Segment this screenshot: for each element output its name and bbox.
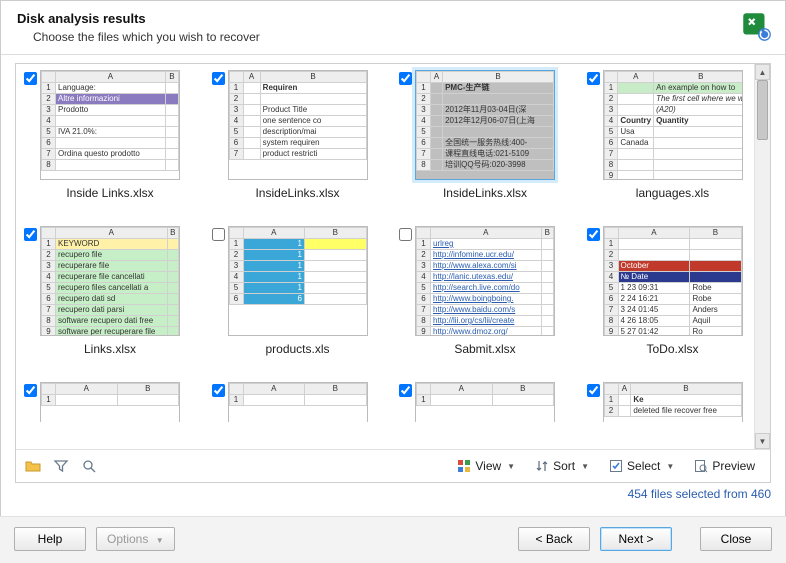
sort-label: Sort [553, 459, 575, 473]
file-item: AB1Ke2deleted file recover free [585, 382, 767, 422]
file-thumbnail[interactable]: AB123October4№ Date51 23 09:31Robe62 24 … [603, 226, 743, 336]
file-name: products.xls [228, 342, 368, 356]
file-name: languages.xls [603, 186, 743, 200]
results-panel: AB1Language:2Altre informazioni3Prodotto… [15, 63, 771, 483]
file-checkbox[interactable] [587, 384, 600, 397]
folder-icon[interactable] [24, 457, 42, 475]
file-item: AB123October4№ Date51 23 09:31Robe62 24 … [585, 226, 767, 376]
file-name: Inside Links.xlsx [40, 186, 180, 200]
file-checkbox[interactable] [24, 72, 37, 85]
options-button[interactable]: Options ▼ [96, 527, 175, 551]
file-thumbnail[interactable]: AB1 [40, 382, 180, 422]
wizard-footer: Help Options ▼ < Back Next > Close [0, 516, 786, 563]
file-name: InsideLinks.xlsx [228, 186, 368, 200]
selection-status: 454 files selected from 460 [1, 483, 785, 501]
file-name: Sabmit.xlsx [415, 342, 555, 356]
close-button[interactable]: Close [700, 527, 772, 551]
scroll-up-button[interactable]: ▲ [755, 64, 770, 80]
file-item: AB1 [210, 382, 392, 422]
preview-icon [694, 459, 708, 473]
page-subtitle: Choose the files which you wish to recov… [33, 30, 769, 44]
file-item: AB112131415166 products.xls [210, 226, 392, 376]
file-thumbnail[interactable]: AB1 [228, 382, 368, 422]
vertical-scrollbar[interactable]: ▲ ▼ [754, 64, 770, 449]
file-checkbox[interactable] [212, 384, 225, 397]
file-item: AB1urlreg2http://infomine.ucr.edu/3http:… [397, 226, 579, 376]
file-thumbnail[interactable]: AB1urlreg2http://infomine.ucr.edu/3http:… [415, 226, 555, 336]
file-thumbnail[interactable]: AB1An example on how to2The first cell w… [603, 70, 743, 180]
preview-label: Preview [712, 459, 755, 473]
preview-button[interactable]: Preview [687, 456, 762, 476]
scroll-down-button[interactable]: ▼ [755, 433, 770, 449]
select-label: Select [627, 459, 660, 473]
file-checkbox[interactable] [399, 384, 412, 397]
file-thumbnail[interactable]: AB112131415166 [228, 226, 368, 336]
file-item: AB1Requiren23Product Title4one sentence … [210, 70, 392, 220]
file-item: AB1 [22, 382, 204, 422]
view-dropdown[interactable]: View ▼ [450, 456, 522, 476]
filter-icon[interactable] [52, 457, 70, 475]
header-divider [1, 54, 785, 55]
scrollbar-thumb[interactable] [757, 80, 768, 140]
chevron-down-icon: ▼ [581, 462, 589, 471]
page-title: Disk analysis results [17, 11, 769, 26]
chevron-down-icon: ▼ [666, 462, 674, 471]
file-thumbnail[interactable]: AB1Ke2deleted file recover free [603, 382, 743, 422]
file-name: InsideLinks.xlsx [415, 186, 555, 200]
options-label: Options [107, 532, 148, 546]
file-checkbox[interactable] [399, 228, 412, 241]
file-checkbox[interactable] [24, 228, 37, 241]
results-toolbar: View ▼ Sort ▼ Select ▼ Preview [16, 449, 770, 482]
file-item: AB1Language:2Altre informazioni3Prodotto… [22, 70, 204, 220]
sort-icon [535, 459, 549, 473]
file-checkbox[interactable] [212, 72, 225, 85]
file-checkbox[interactable] [24, 384, 37, 397]
next-button[interactable]: Next > [600, 527, 672, 551]
results-grid-area: AB1Language:2Altre informazioni3Prodotto… [16, 64, 770, 449]
file-checkbox[interactable] [587, 228, 600, 241]
back-button[interactable]: < Back [518, 527, 590, 551]
chevron-down-icon: ▼ [156, 536, 164, 545]
sort-dropdown[interactable]: Sort ▼ [528, 456, 596, 476]
file-thumbnail[interactable]: AB1Requiren23Product Title4one sentence … [228, 70, 368, 180]
excel-recovery-icon [739, 9, 773, 43]
view-label: View [475, 459, 501, 473]
help-button[interactable]: Help [14, 527, 86, 551]
file-name: Links.xlsx [40, 342, 180, 356]
file-item: AB1 [397, 382, 579, 422]
file-item: AB1PMC-生产链232012年11月03-04日(深42012年12月06-… [397, 70, 579, 220]
file-checkbox[interactable] [212, 228, 225, 241]
file-thumbnail[interactable]: AB1PMC-生产链232012年11月03-04日(深42012年12月06-… [415, 70, 555, 180]
file-thumbnail[interactable]: AB1 [415, 382, 555, 422]
file-item: AB1An example on how to2The first cell w… [585, 70, 767, 220]
file-checkbox[interactable] [587, 72, 600, 85]
file-checkbox[interactable] [399, 72, 412, 85]
search-icon[interactable] [80, 457, 98, 475]
file-item: AB1KEYWORD2recupero file3recuperare file… [22, 226, 204, 376]
file-thumbnail[interactable]: AB1Language:2Altre informazioni3Prodotto… [40, 70, 180, 180]
file-thumbnail[interactable]: AB1KEYWORD2recupero file3recuperare file… [40, 226, 180, 336]
chevron-down-icon: ▼ [507, 462, 515, 471]
view-icon [457, 459, 471, 473]
select-dropdown[interactable]: Select ▼ [602, 456, 681, 476]
select-icon [609, 459, 623, 473]
file-name: ToDo.xlsx [603, 342, 743, 356]
